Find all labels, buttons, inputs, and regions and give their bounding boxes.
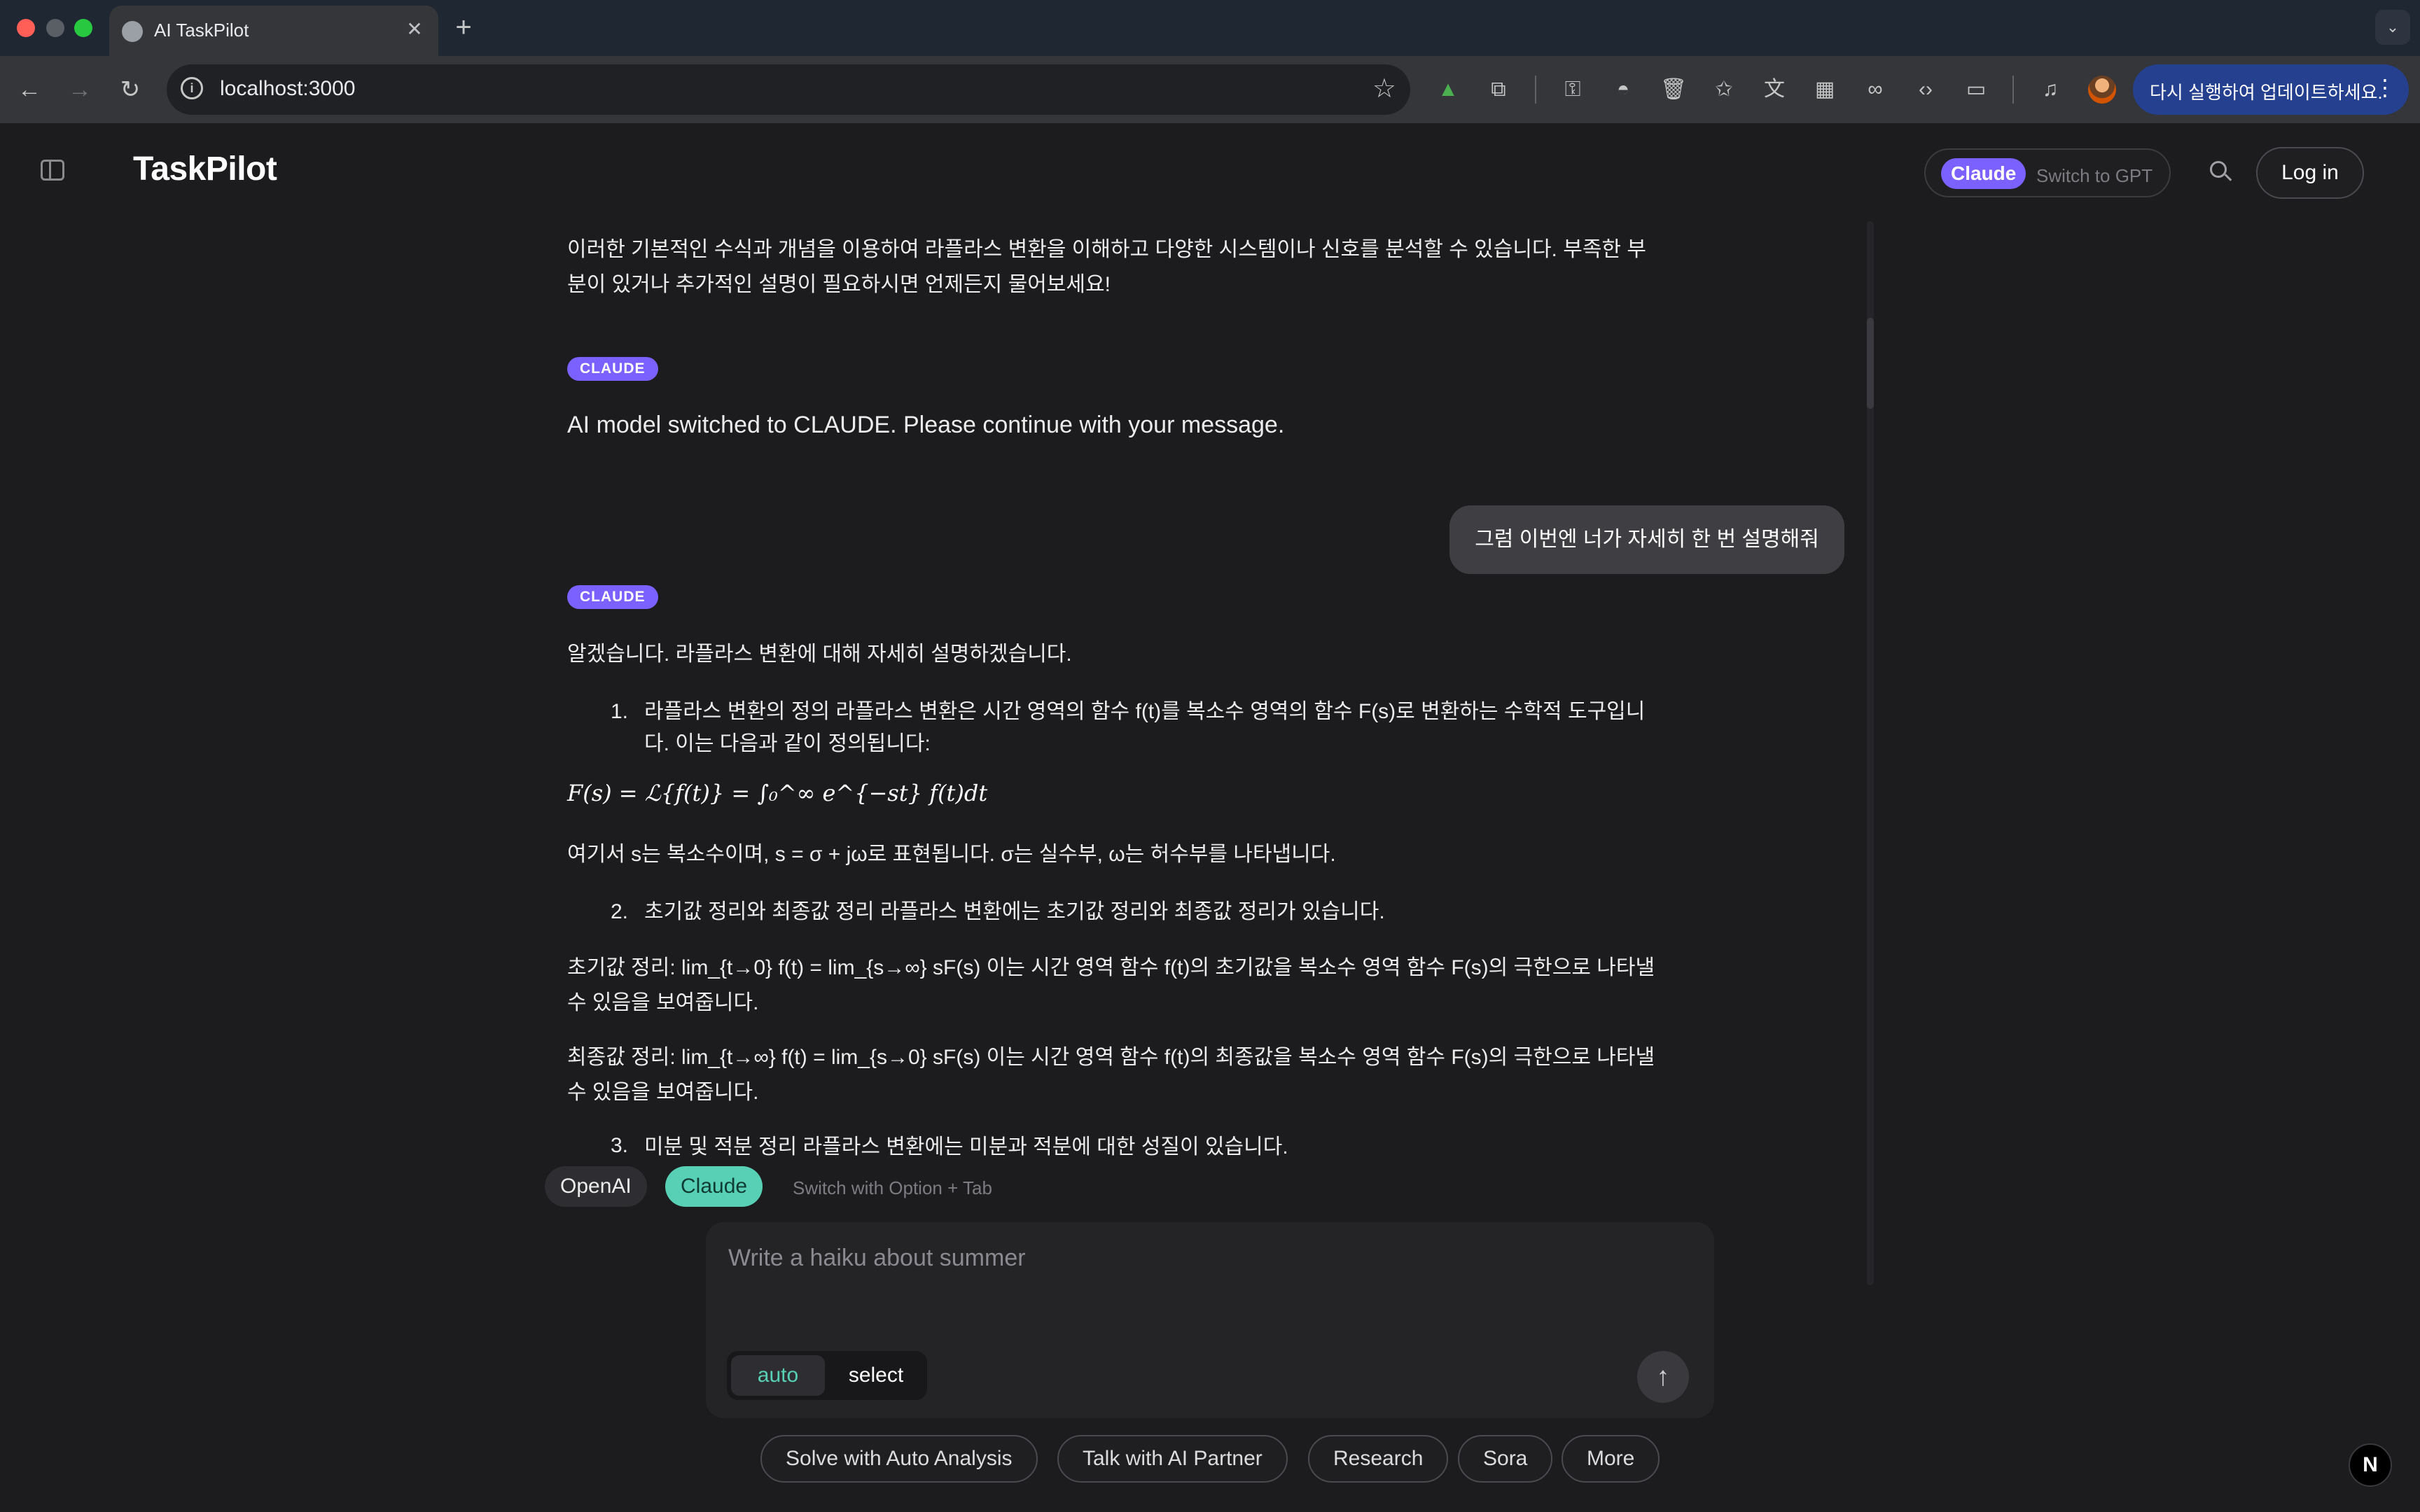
answer-intro: 알겠습니다. 라플라스 변환에 대해 자세히 설명하겠습니다. [567, 643, 1072, 666]
url-text[interactable]: localhost:3000 [220, 77, 355, 101]
mode-toggle: auto select [727, 1351, 927, 1400]
provider-claude-button[interactable]: Claude [665, 1166, 763, 1207]
assistant-message-previous: 이러한 기본적인 수식과 개념을 이용하여 라플라스 변환을 이해하고 다양한 … [567, 238, 1646, 296]
close-tab-icon[interactable]: ✕ [401, 15, 429, 43]
site-info-icon[interactable]: i [181, 77, 203, 99]
globe-icon [122, 21, 143, 42]
login-button[interactable]: Log in [2256, 147, 2364, 199]
dev-tools-badge[interactable]: N [2349, 1443, 2392, 1487]
message-composer: auto select ↑ [706, 1222, 1714, 1418]
code-icon[interactable]: ‹› [1910, 74, 1941, 105]
list-number: 3. [611, 1134, 629, 1157]
password-icon[interactable]: ⚿ [1557, 74, 1588, 105]
mode-select-button[interactable]: select [829, 1355, 923, 1396]
quick-action-sora[interactable]: Sora [1458, 1435, 1553, 1483]
tab-search-chevron-icon[interactable]: ⌄ [2375, 10, 2410, 45]
model-switch-notice: AI model switched to CLAUDE. Please cont… [567, 412, 1285, 438]
model-switch[interactable]: Claude Switch to GPT [1924, 148, 2171, 197]
switch-model-link[interactable]: Switch to GPT [2036, 165, 2153, 187]
quick-action-research[interactable]: Research [1308, 1435, 1449, 1483]
toolbar-divider [1535, 76, 1536, 104]
model-badge: CLAUDE [567, 357, 658, 381]
qr-code-icon[interactable]: ▦ [1809, 74, 1840, 105]
user-message-bubble: 그럼 이번엔 너가 자세히 한 번 설명해줘 [1449, 505, 1844, 574]
close-window-button[interactable] [17, 19, 35, 37]
profile-avatar-icon[interactable] [2088, 76, 2116, 104]
minimize-window-button[interactable] [46, 19, 64, 37]
laplace-definition-formula: F(s) = ℒ{f(t)} = ∫₀^∞ e^{−st} f(t)dt [567, 780, 988, 806]
extensions-icon[interactable]: ⧉ [1483, 74, 1514, 105]
list-item-derivative-integral: 미분 및 적분 정리 라플라스 변환에는 미분과 적분에 대한 성질이 있습니다… [644, 1135, 1288, 1158]
update-button[interactable]: 다시 실행하여 업데이트하세요. ⋮ [2133, 64, 2409, 115]
more-vert-icon[interactable]: ⋮ [2374, 74, 2396, 101]
browser-tab-active[interactable]: AI TaskPilot ✕ [109, 6, 438, 56]
trash-icon[interactable]: 🗑 [1658, 74, 1689, 105]
final-value-theorem: 최종값 정리: lim_{t→∞} f(t) = lim_{s→0} sF(s)… [567, 1046, 1655, 1104]
back-icon[interactable]: ← [10, 70, 49, 109]
quick-action-ai-partner[interactable]: Talk with AI Partner [1057, 1435, 1288, 1483]
message-input[interactable] [727, 1238, 1640, 1278]
search-icon[interactable] [2207, 158, 2235, 186]
sidebar-toggle-icon[interactable] [41, 160, 64, 181]
quick-action-auto-analysis[interactable]: Solve with Auto Analysis [760, 1435, 1038, 1483]
chat-scrollbar-thumb[interactable] [1867, 318, 1874, 409]
link-icon[interactable]: ∞ [1860, 74, 1891, 105]
brand-logo[interactable]: TaskPilot [133, 150, 277, 188]
zoom-window-button[interactable] [74, 19, 92, 37]
reload-icon[interactable]: ↻ [111, 70, 150, 109]
list-number: 2. [611, 900, 629, 923]
forward-icon[interactable]: → [60, 70, 99, 109]
incognito-icon[interactable]: ◓ [1608, 74, 1639, 105]
star-icon[interactable]: ✩ [1709, 74, 1739, 105]
update-label: 다시 실행하여 업데이트하세요. [2150, 82, 2383, 103]
address-bar[interactable]: i localhost:3000 ☆ [167, 64, 1410, 115]
browser-tab-strip: AI TaskPilot ✕ + ⌄ [0, 0, 2420, 56]
toolbar-divider [2012, 76, 2014, 104]
bookmark-star-icon[interactable]: ☆ [1372, 73, 1396, 104]
list-item-initial-final: 초기값 정리와 최종값 정리 라플라스 변환에는 초기값 정리와 최종값 정리가… [644, 900, 1385, 923]
provider-shortcut-hint: Switch with Option + Tab [793, 1177, 992, 1198]
list-item-definition: 라플라스 변환의 정의 라플라스 변환은 시간 영역의 함수 f(t)를 복소수… [644, 700, 1646, 755]
app-root: TaskPilot Claude Switch to GPT Log in 이러… [0, 123, 2420, 1512]
current-model-badge: Claude [1941, 158, 2026, 189]
model-badge: CLAUDE [567, 585, 658, 609]
media-icon[interactable]: ♫ [2035, 74, 2066, 105]
tab-title: AI TaskPilot [154, 20, 249, 41]
mode-auto-button[interactable]: auto [731, 1355, 825, 1396]
initial-value-theorem: 초기값 정리: lim_{t→0} f(t) = lim_{s→∞} sF(s)… [567, 956, 1655, 1014]
quick-action-more[interactable]: More [1562, 1435, 1660, 1483]
devices-icon[interactable]: ▭ [1961, 74, 1991, 105]
provider-openai-button[interactable]: OpenAI [545, 1166, 647, 1207]
send-arrow-icon[interactable]: ↑ [1637, 1351, 1689, 1403]
s-variable-explanation: 여기서 s는 복소수이며, s = σ + jω로 표현됩니다. σ는 실수부,… [567, 843, 1336, 866]
translate-icon[interactable]: 文 [1759, 74, 1790, 105]
google-drive-icon[interactable]: ▲ [1433, 74, 1463, 105]
list-number: 1. [611, 700, 629, 723]
new-tab-button[interactable]: + [448, 13, 479, 43]
